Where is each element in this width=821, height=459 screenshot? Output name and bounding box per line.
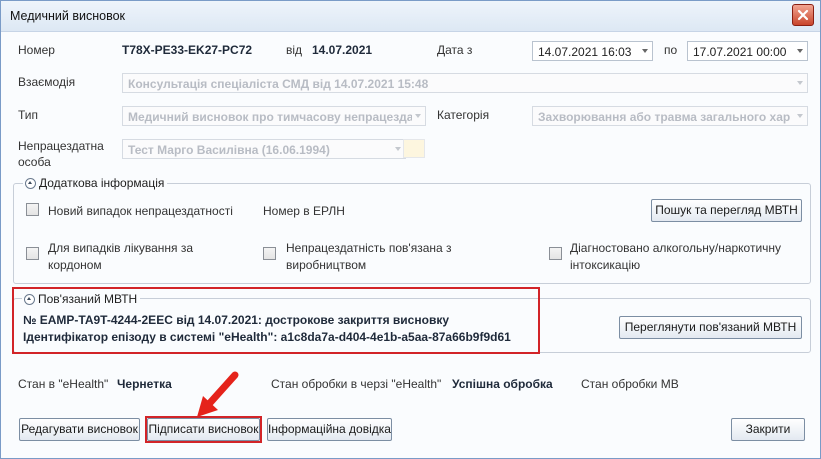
interaction-value: Консультація спеціаліста СМД від 14.07.2… — [128, 77, 429, 91]
category-label: Категорія — [437, 108, 490, 122]
date-from-picker[interactable]: 14.07.2021 16:03 — [532, 41, 653, 61]
ehealth-status-label: Стан в "eHealth" — [18, 377, 109, 391]
sign-highlight-box — [145, 416, 262, 443]
title-bar: Медичний висновок — [1, 1, 820, 32]
new-case-label: Новий випадок непрацездатності — [48, 204, 233, 218]
window-title: Медичний висновок — [10, 9, 126, 23]
close-button[interactable]: Закрити — [731, 418, 805, 441]
close-window-button[interactable] — [792, 4, 814, 26]
person-label-line2: особа — [18, 155, 51, 169]
to-label: по — [664, 43, 678, 57]
number-label: Номер — [18, 43, 55, 57]
date-from-label: Дата з — [437, 43, 473, 57]
chevron-down-icon — [395, 147, 401, 151]
ehealth-status-value: Чернетка — [117, 377, 172, 391]
close-icon — [797, 9, 809, 21]
person-lookup-button[interactable] — [403, 139, 425, 158]
queue-status-value: Успішна обробка — [452, 377, 553, 391]
interaction-label: Взаємодія — [18, 75, 76, 89]
person-value: Тест Марго Василівна (16.06.1994) — [128, 143, 330, 157]
search-mvtn-button[interactable]: Пошук та перегляд МВТН — [651, 199, 802, 222]
queue-status-label: Стан обробки в черзі "eHealth" — [271, 377, 442, 391]
arrow-annotation-icon — [197, 371, 239, 417]
date-to-value: 17.07.2021 00:00 — [693, 45, 787, 59]
person-select[interactable]: Тест Марго Василівна (16.06.1994) — [122, 139, 406, 159]
category-value: Захворювання або травма загального харак… — [538, 110, 790, 124]
chevron-down-icon — [797, 81, 803, 85]
view-related-mvtn-button[interactable]: Переглянути пов'язаний МВТН — [619, 316, 802, 339]
from-label: від — [286, 43, 303, 57]
from-date-value: 14.07.2021 — [312, 43, 373, 57]
type-value: Медичний висновок про тимчасову непрацез… — [128, 110, 412, 124]
additional-info-title: Додаткова інформація — [39, 176, 165, 190]
number-value: T78X-PE33-EK27-PC72 — [122, 43, 253, 57]
medical-conclusion-window: Медичний висновок Номер T78X-PE33-EK27-P… — [0, 0, 821, 459]
type-label: Тип — [18, 108, 39, 122]
chevron-down-icon — [415, 114, 421, 118]
abroad-checkbox[interactable] — [26, 247, 39, 260]
alcohol-checkbox[interactable] — [549, 247, 562, 260]
production-label-line1: Непрацездатність пов'язана з — [286, 241, 452, 255]
dialog-body: Номер T78X-PE33-EK27-PC72 від 14.07.2021… — [1, 32, 820, 458]
chevron-down-icon — [797, 114, 803, 118]
date-to-picker[interactable]: 17.07.2021 00:00 — [687, 41, 808, 61]
chevron-down-icon — [797, 49, 803, 53]
collapse-icon[interactable] — [25, 177, 36, 189]
production-label-line2: виробництвом — [286, 258, 367, 272]
edit-conclusion-button[interactable]: Редагувати висновок — [19, 418, 140, 441]
related-highlight-box — [12, 287, 540, 354]
alcohol-label-line2: інтоксикацію — [570, 258, 641, 272]
new-case-checkbox[interactable] — [26, 203, 39, 216]
interaction-select[interactable]: Консультація спеціаліста СМД від 14.07.2… — [122, 73, 808, 93]
additional-info-header[interactable]: Додаткова інформація — [23, 176, 168, 190]
abroad-label-line2: кордоном — [48, 258, 102, 272]
production-checkbox[interactable] — [263, 247, 276, 260]
chevron-down-icon — [642, 49, 648, 53]
person-label-line1: Непрацездатна — [18, 139, 104, 153]
category-select[interactable]: Захворювання або травма загального харак… — [532, 106, 808, 126]
info-certificate-button[interactable]: Інформаційна довідка — [267, 418, 392, 441]
type-select[interactable]: Медичний висновок про тимчасову непрацез… — [122, 106, 426, 126]
erln-label: Номер в ЕРЛН — [263, 204, 345, 218]
date-from-value: 14.07.2021 16:03 — [538, 45, 632, 59]
mv-status-label: Стан обробки МВ — [581, 377, 679, 391]
abroad-label-line1: Для випадків лікування за — [48, 241, 194, 255]
alcohol-label-line1: Діагностовано алкогольну/наркотичну — [570, 241, 782, 255]
